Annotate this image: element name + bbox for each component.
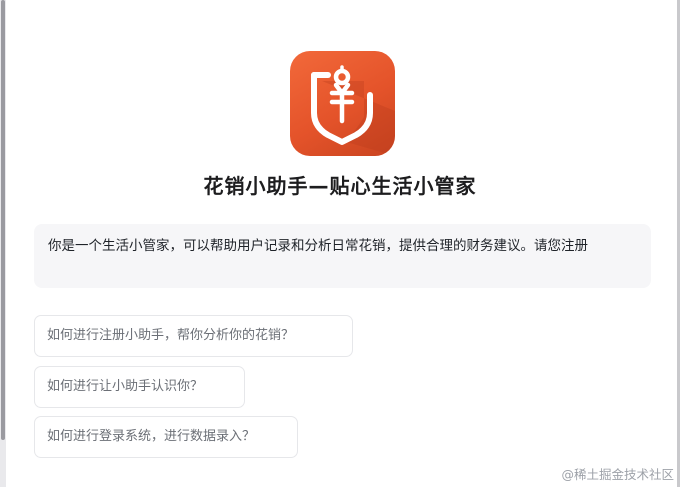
app-window: 花销小助手—贴心生活小管家 你是一个生活小管家，可以帮助用户记录和分析日常花销，… [0, 0, 680, 487]
receipt-yuan-icon [290, 51, 395, 156]
suggested-question[interactable]: 如何进行注册小助手，帮你分析你的花销？ [34, 315, 353, 357]
watermark: @稀土掘金技术社区 [561, 467, 674, 482]
scrollbar[interactable] [1, 0, 5, 440]
intro-message: 你是一个生活小管家，可以帮助用户记录和分析日常花销，提供合理的财务建议。请您注册 [34, 224, 651, 288]
page-title: 花销小助手—贴心生活小管家 [203, 174, 477, 198]
suggested-question[interactable]: 如何进行登录系统，进行数据录入？ [34, 416, 298, 458]
suggested-question[interactable]: 如何进行让小助手认识你？ [34, 366, 245, 408]
